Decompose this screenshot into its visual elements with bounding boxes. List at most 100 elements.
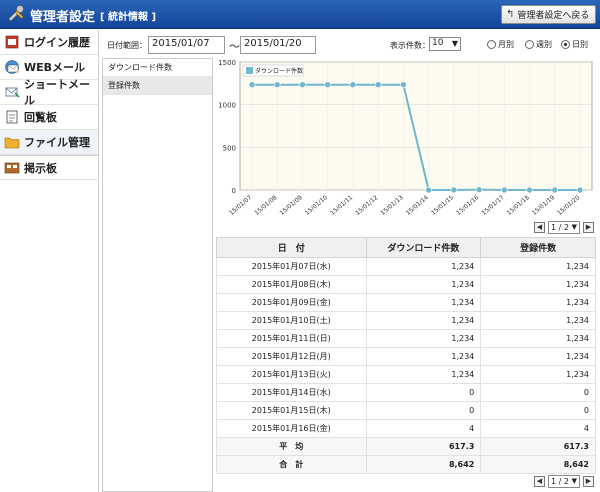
short-mail-icon	[5, 87, 20, 98]
data-point	[248, 81, 256, 88]
table-cell: 2015年01月08日(木)	[216, 275, 367, 294]
x-tick-label: 15/01/15	[430, 194, 455, 217]
page-select[interactable]: 1 / 2 ▼	[548, 474, 580, 488]
table-cell: 2015年01月09日(金)	[216, 293, 367, 312]
back-button-label: 管理者設定へ戻る	[517, 11, 590, 21]
table-cell: 0	[365, 383, 482, 402]
radio-monthly[interactable]: 月別	[487, 39, 514, 50]
display-count-label: 表示件数：	[390, 41, 430, 50]
page-select-value: 1 / 2	[551, 476, 569, 486]
table-cell: 1,234	[480, 275, 596, 294]
header-bar: 管理者設定 [ 統計情報 ] ↰ 管理者設定へ戻る	[0, 0, 600, 29]
date-from-input[interactable]: 2015/01/07	[148, 36, 225, 54]
x-tick-label: 15/01/17	[480, 194, 505, 217]
y-tick-label: 0	[232, 187, 236, 195]
sidebar-item-login-history[interactable]: ログイン履歴	[0, 30, 98, 55]
data-point	[526, 186, 533, 194]
sidebar: ログイン履歴 WEBメール ショートメール 回覧板 ファイル管理 掲示板	[0, 30, 99, 492]
table-row: 2015年01月07日(水) 1,234 1,234	[216, 257, 596, 276]
back-to-admin-button[interactable]: ↰ 管理者設定へ戻る	[501, 5, 596, 24]
legend-label: ダウンロード件数	[255, 67, 303, 75]
category-list: ダウンロード件数 登録件数	[102, 58, 213, 492]
table-cell: 2015年01月15日(木)	[216, 401, 367, 420]
table-cell: 1,234	[480, 347, 596, 366]
table-cell: 617.3	[480, 437, 596, 456]
stats-table: 日 付 ダウンロード件数 登録件数 2015年01月07日(水) 1,234 1,2…	[216, 237, 596, 474]
data-point	[475, 186, 483, 193]
date-separator: ～	[229, 40, 240, 53]
sidebar-item-short-mail[interactable]: ショートメール	[0, 78, 98, 107]
chevron-down-icon: ▼	[571, 222, 577, 231]
category-item-downloads[interactable]: ダウンロード件数	[103, 59, 212, 77]
date-range-label: 日付範囲：	[107, 41, 147, 50]
chevron-down-icon: ▼	[571, 476, 577, 485]
table-row: 2015年01月10日(土) 1,234 1,234	[216, 311, 596, 330]
filter-bar: 日付範囲： 2015/01/07 ～ 2015/01/20 表示件数： 10 ▼…	[107, 36, 595, 54]
folder-icon	[4, 137, 20, 149]
prev-page-button[interactable]: ◀	[534, 475, 545, 487]
table-cell: 617.3	[365, 437, 482, 456]
data-point	[273, 81, 281, 88]
sidebar-item-bulletin-board[interactable]: 掲示板	[0, 155, 98, 180]
category-item-registrations[interactable]: 登録件数	[103, 77, 212, 95]
x-tick-label: 15/01/13	[380, 194, 405, 217]
x-tick-label: 15/01/20	[556, 194, 581, 217]
data-point	[501, 186, 508, 194]
next-page-button[interactable]: ▶	[583, 475, 594, 487]
prev-page-button[interactable]: ◀	[534, 221, 545, 233]
radio-weekly[interactable]: 週別	[525, 39, 552, 50]
sidebar-item-circular-board[interactable]: 回覧板	[0, 105, 98, 130]
x-tick-label: 15/01/18	[506, 194, 531, 217]
display-count-value: 10	[432, 38, 444, 48]
sidebar-item-label: 回覧板	[24, 111, 57, 124]
chevron-down-icon: ▼	[451, 39, 458, 48]
table-cell: 1,234	[480, 365, 596, 384]
bulletin-board-icon	[4, 162, 20, 173]
table-cell: 合 計	[216, 455, 367, 474]
y-tick-label: 500	[223, 144, 236, 152]
table-cell: 1,234	[480, 257, 596, 276]
table-row: 2015年01月14日(水) 0 0	[216, 383, 596, 402]
x-tick-label: 15/01/10	[304, 194, 329, 217]
table-row: 2015年01月11日(日) 1,234 1,234	[216, 329, 596, 348]
sidebar-item-label: WEBメール	[24, 61, 86, 74]
data-point	[324, 81, 331, 88]
table-cell: 4	[480, 419, 596, 438]
table-cell: 0	[365, 401, 482, 420]
table-cell: 2015年01月13日(火)	[216, 365, 367, 384]
table-row-total: 合 計 8,642 8,642	[216, 455, 596, 474]
sidebar-item-label: 掲示板	[24, 161, 57, 175]
table-row: 2015年01月12日(月) 1,234 1,234	[216, 347, 596, 366]
page-select[interactable]: 1 / 2 ▼	[548, 220, 580, 234]
x-tick-label: 15/01/16	[455, 194, 480, 217]
display-count-select[interactable]: 10 ▼	[429, 37, 461, 51]
table-row: 2015年01月16日(金) 4 4	[216, 419, 596, 438]
sidebar-item-file-management[interactable]: ファイル管理	[0, 130, 98, 155]
table-cell: 1,234	[365, 293, 482, 312]
radio-daily[interactable]: 日別	[561, 39, 588, 50]
sidebar-item-label: ログイン履歴	[24, 36, 90, 49]
table-header-row: 日 付 ダウンロード件数 登録件数	[216, 237, 596, 258]
radio-label: 週別	[536, 40, 552, 49]
pager-bottom: ◀ 1 / 2 ▼ ▶	[534, 474, 594, 488]
x-tick-label: 15/01/08	[253, 194, 278, 217]
next-page-button[interactable]: ▶	[583, 221, 594, 233]
table-cell: 2015年01月12日(月)	[216, 347, 367, 366]
table-cell: 1,234	[365, 257, 482, 276]
table-cell: 2015年01月11日(日)	[216, 329, 367, 348]
page-select-value: 1 / 2	[551, 222, 569, 232]
data-point	[299, 81, 306, 88]
x-tick-label: 15/01/11	[329, 194, 354, 217]
table-row: 2015年01月09日(金) 1,234 1,234	[216, 293, 596, 312]
data-point	[551, 186, 559, 194]
chart-svg: 05001000150015/01/07 15/01/08 15/01/09 15/0…	[218, 59, 593, 217]
table-cell: 2015年01月07日(水)	[216, 257, 367, 276]
table-cell: 0	[480, 383, 596, 402]
table-cell: 2015年01月14日(水)	[216, 383, 367, 402]
data-point	[576, 186, 584, 194]
table-cell: 平 均	[216, 437, 367, 456]
date-to-input[interactable]: 2015/01/20	[240, 36, 316, 54]
radio-label: 月別	[498, 40, 514, 49]
back-arrow-icon: ↰	[506, 9, 515, 20]
data-point	[374, 81, 382, 88]
